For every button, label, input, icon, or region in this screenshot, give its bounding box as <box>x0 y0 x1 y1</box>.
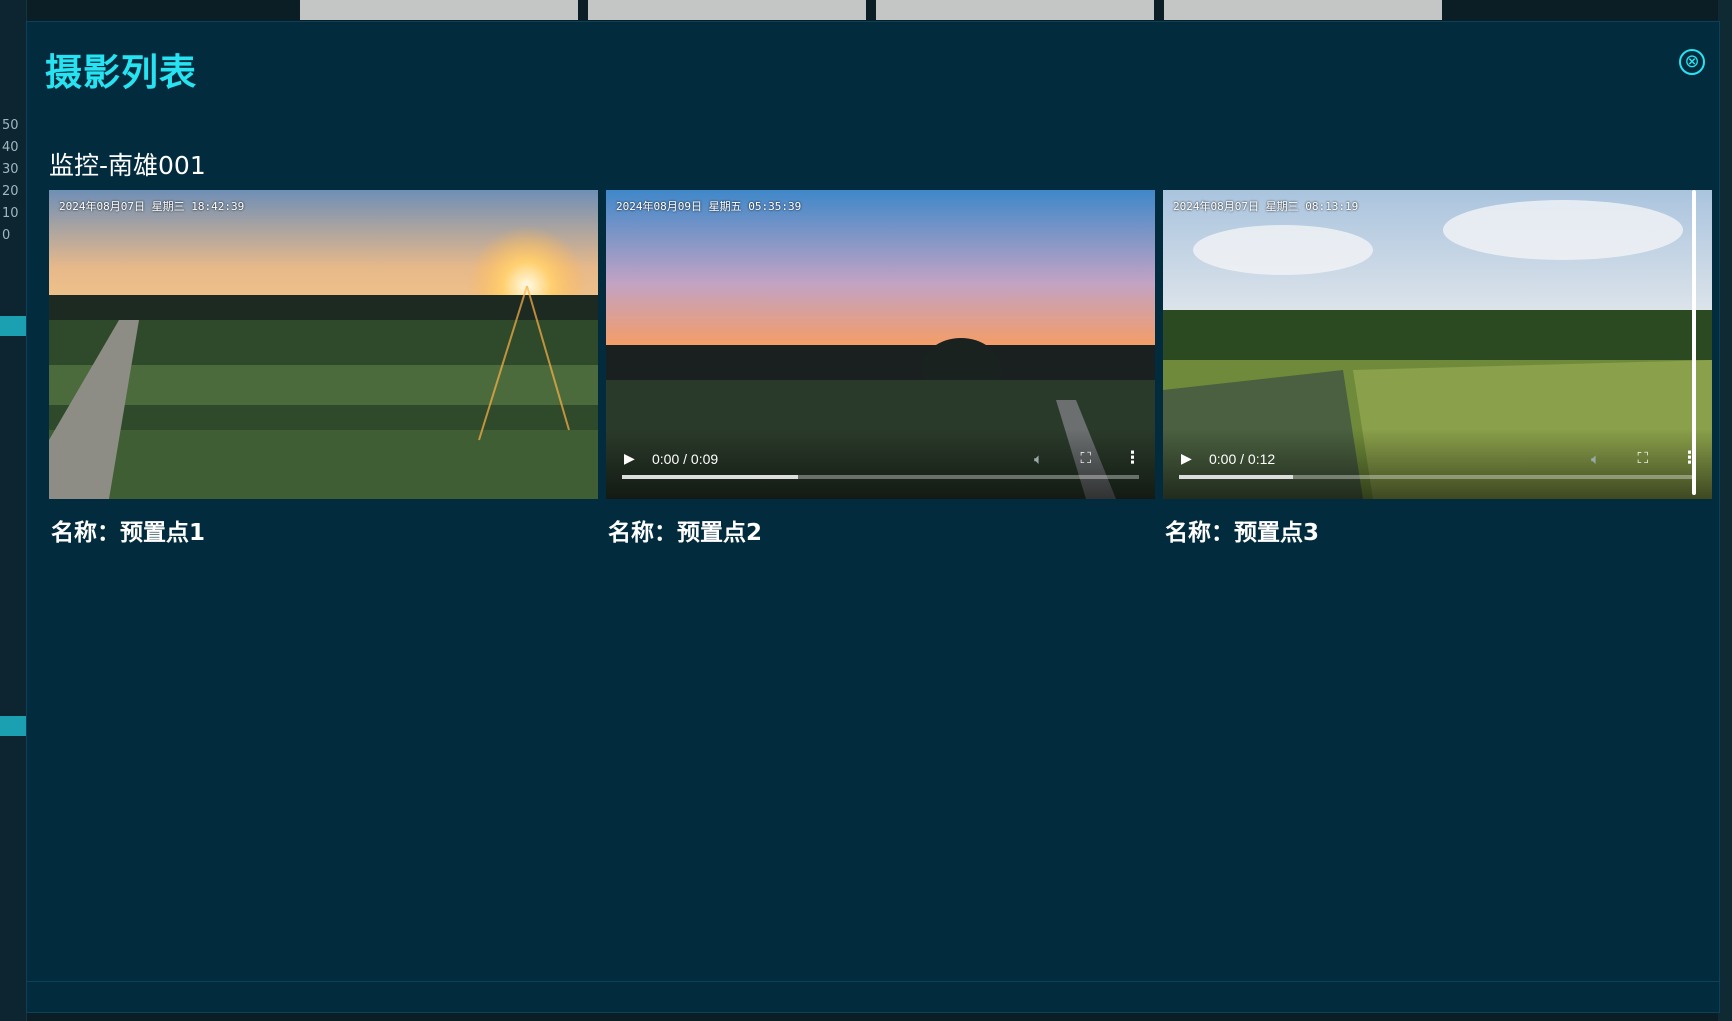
section-title: 监控-南雄001 <box>49 151 206 180</box>
card-name: 名称：预置点1 <box>51 520 206 546</box>
background-bar <box>0 316 26 336</box>
axis-tick: 20 <box>2 184 19 199</box>
video-thumbnail[interactable]: 2024年08月07日 星期三 18:42:39 <box>49 190 598 499</box>
scrollbar[interactable] <box>1692 190 1696 495</box>
fullscreen-icon[interactable]: ⛶ <box>1080 449 1091 467</box>
modal-footer-divider <box>27 981 1719 982</box>
axis-tick: 0 <box>2 228 11 243</box>
video-time: 0:00 / 0:09 <box>652 451 719 467</box>
background-right-panel <box>1718 0 1732 1021</box>
more-vertical-icon[interactable]: ⋮ <box>1124 448 1141 468</box>
modal-title: 摄影列表 <box>45 51 197 94</box>
video-timestamp: 2024年08月07日 星期三 18:42:39 <box>59 200 245 213</box>
close-icon[interactable]: ⊗ <box>1679 49 1705 75</box>
video-progress[interactable] <box>622 475 1139 479</box>
video-controls: ▶ 0:00 / 0:09 🔈︎ ⛶ ⋮ <box>606 429 1155 499</box>
video-card-list: 2024年08月07日 星期三 18:42:39 名称：预置点1 2024年08… <box>49 190 1712 547</box>
photo-list-modal: 摄影列表 ⊗ 监控-南雄001 2024年08月07日 星期三 18:42:39… <box>26 21 1720 1013</box>
video-player[interactable]: 2024年08月09日 星期五 05:35:39 ▶ 0:00 / 0:09 🔈… <box>606 190 1155 499</box>
video-timestamp: 2024年08月07日 星期三 08:13:19 <box>1173 200 1359 213</box>
fullscreen-icon[interactable]: ⛶ <box>1637 449 1648 467</box>
play-icon[interactable]: ▶ <box>1181 451 1192 467</box>
card-name: 名称：预置点3 <box>1165 520 1320 546</box>
volume-icon[interactable]: 🔈︎ <box>1034 450 1043 468</box>
volume-icon[interactable]: 🔈︎ <box>1591 450 1600 468</box>
video-controls: ▶ 0:00 / 0:12 🔈︎ ⛶ ⋮ <box>1163 429 1712 499</box>
video-card: 2024年08月09日 星期五 05:35:39 ▶ 0:00 / 0:09 🔈… <box>606 190 1155 547</box>
play-icon[interactable]: ▶ <box>624 451 635 467</box>
progress-fill <box>1179 475 1293 479</box>
axis-tick: 30 <box>2 162 19 177</box>
background-left-panel: 50 40 30 20 10 0 <box>0 0 27 1021</box>
video-progress[interactable] <box>1179 475 1696 479</box>
axis-tick: 50 <box>2 118 19 133</box>
axis-tick: 10 <box>2 206 19 221</box>
sunset-field-image <box>49 190 598 499</box>
background-thumbnail-strip <box>300 0 1450 20</box>
video-time: 0:00 / 0:12 <box>1209 451 1276 467</box>
video-card: 2024年08月07日 星期三 18:42:39 名称：预置点1 <box>49 190 598 547</box>
video-timestamp: 2024年08月09日 星期五 05:35:39 <box>616 200 802 213</box>
axis-tick: 40 <box>2 140 19 155</box>
card-name: 名称：预置点2 <box>608 520 763 546</box>
background-bar <box>0 716 26 736</box>
video-card: 2024年08月07日 星期三 08:13:19 ▶ 0:00 / 0:12 🔈… <box>1163 190 1712 547</box>
video-player[interactable]: 2024年08月07日 星期三 08:13:19 ▶ 0:00 / 0:12 🔈… <box>1163 190 1712 499</box>
progress-fill <box>622 475 798 479</box>
